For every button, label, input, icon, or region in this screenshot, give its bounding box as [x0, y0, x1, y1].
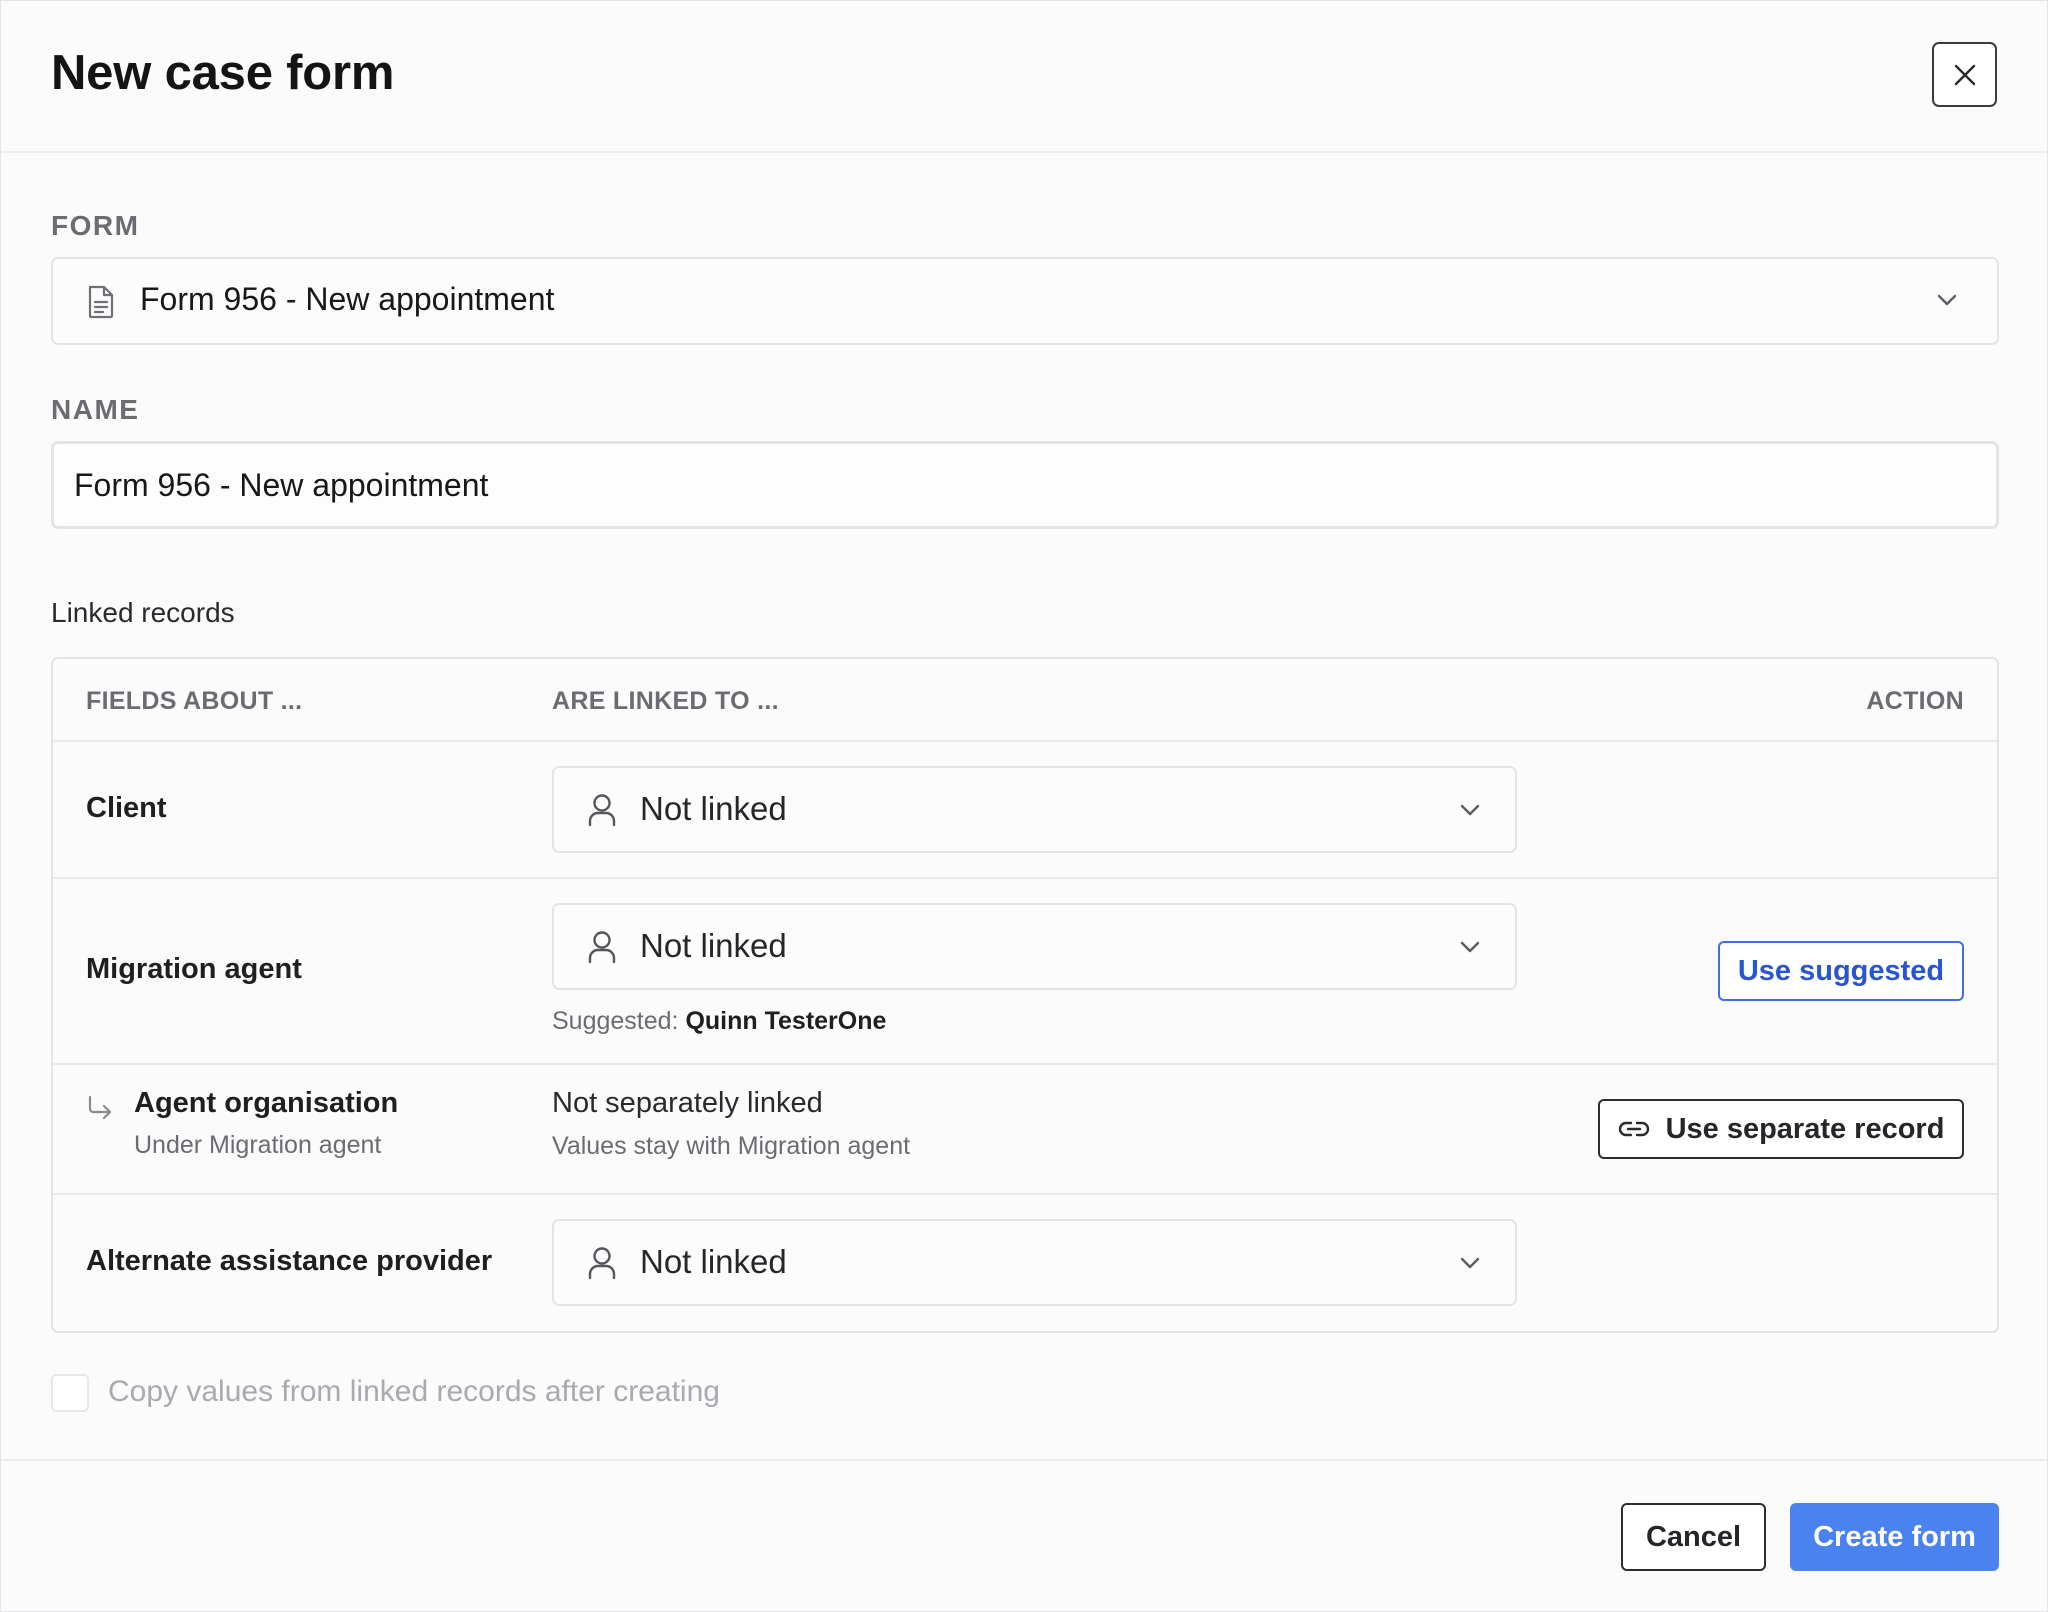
migration-agent-link-value: Not linked: [640, 927, 787, 964]
table-row: Agent organisation Under Migration agent…: [53, 1065, 1997, 1193]
name-input[interactable]: [51, 441, 1999, 529]
cancel-button[interactable]: Cancel: [1621, 1503, 1766, 1571]
copy-values-checkbox[interactable]: [51, 1374, 89, 1412]
row-field-label: Client: [86, 792, 167, 824]
table-row: Alternate assistance provider Not linked: [53, 1195, 1997, 1331]
column-header-fields-about: FIELDS ABOUT ...: [86, 687, 303, 715]
row-field-label: Agent organisation: [134, 1087, 399, 1119]
copy-values-label: Copy values from linked records after cr…: [108, 1375, 720, 1408]
values-stay-note: Values stay with Migration agent: [552, 1132, 911, 1160]
chevron-down-icon: [1460, 1257, 1480, 1269]
dialog-title: New case form: [51, 46, 395, 100]
person-icon: [588, 794, 616, 827]
alternate-provider-link-select[interactable]: Not linked: [552, 1219, 1517, 1306]
not-separately-linked-text: Not separately linked: [552, 1087, 823, 1119]
chevron-down-icon: [1937, 294, 1957, 306]
table-row: Migration agent Not linked Suggested: Qu…: [53, 879, 1997, 1063]
close-button[interactable]: [1932, 42, 1997, 107]
table-row: Client Not linked: [53, 742, 1997, 877]
column-header-linked-to: ARE LINKED TO ...: [552, 687, 779, 715]
linked-records-table: FIELDS ABOUT ... ARE LINKED TO ... ACTIO…: [51, 657, 1999, 1333]
client-link-value: Not linked: [640, 790, 787, 827]
row-field-sublabel: Under Migration agent: [134, 1131, 382, 1159]
chevron-down-icon: [1460, 804, 1480, 816]
migration-agent-link-select[interactable]: Not linked: [552, 903, 1517, 990]
document-icon: [88, 285, 114, 319]
alternate-provider-link-value: Not linked: [640, 1243, 787, 1280]
linked-records-heading: Linked records: [51, 597, 235, 628]
column-header-action: ACTION: [1866, 687, 1964, 715]
form-select[interactable]: Form 956 - New appointment: [51, 257, 1999, 345]
sub-item-arrow-icon: [88, 1095, 112, 1120]
close-icon: [1954, 64, 1975, 85]
person-icon: [588, 1247, 616, 1280]
new-case-form-dialog: New case form FORM Form 956 - New appoin…: [0, 0, 2048, 1612]
footer-divider: [1, 1459, 2047, 1461]
form-select-value: Form 956 - New appointment: [140, 281, 555, 317]
row-field-label: Migration agent: [86, 953, 302, 985]
suggested-hint: Suggested: Quinn TesterOne: [552, 1007, 886, 1036]
chevron-down-icon: [1460, 941, 1480, 953]
person-icon: [588, 931, 616, 964]
name-label: NAME: [51, 394, 140, 425]
create-form-button[interactable]: Create form: [1790, 1503, 1999, 1571]
suggested-prefix: Suggested:: [552, 1007, 679, 1035]
suggested-name: Quinn TesterOne: [685, 1007, 887, 1035]
client-link-select[interactable]: Not linked: [552, 766, 1517, 853]
row-field-label: Alternate assistance provider: [86, 1245, 493, 1277]
use-separate-record-button[interactable]: Use separate record: [1598, 1099, 1964, 1159]
use-suggested-button[interactable]: Use suggested: [1718, 941, 1964, 1001]
link-icon: [1618, 1121, 1649, 1137]
use-separate-record-label: Use separate record: [1665, 1112, 1945, 1145]
form-label: FORM: [51, 210, 140, 241]
